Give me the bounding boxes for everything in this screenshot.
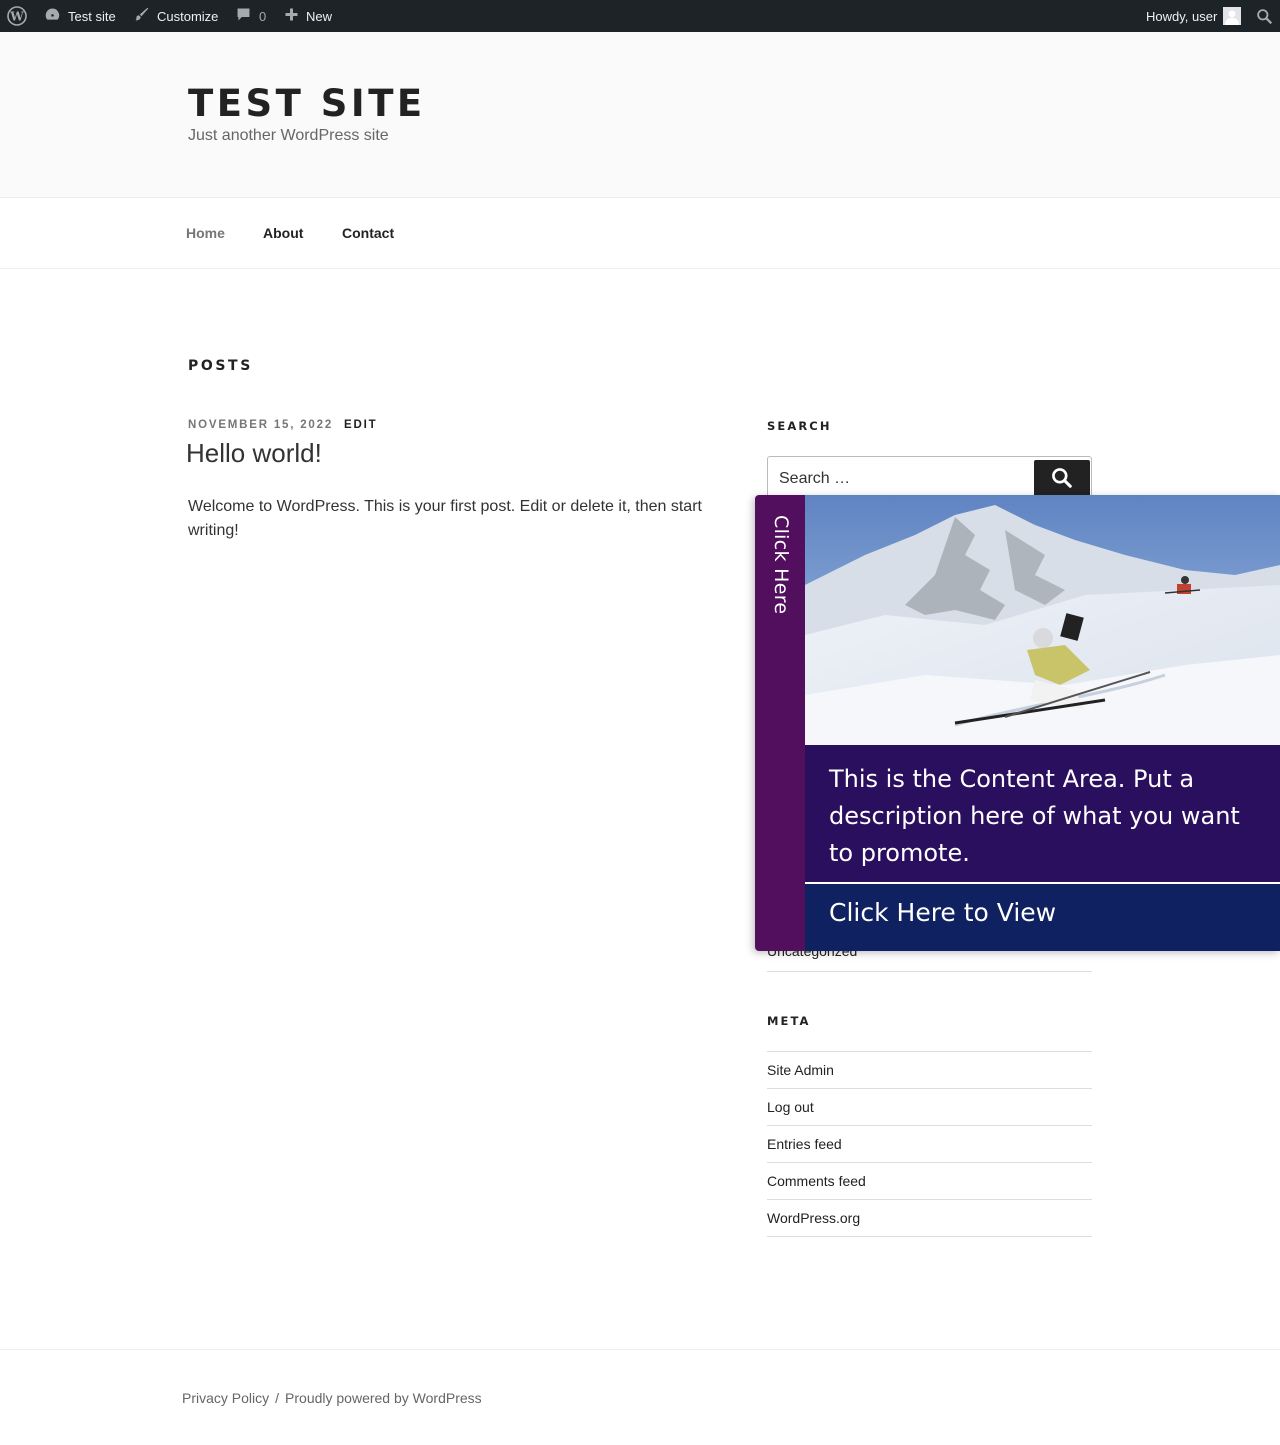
search-widget-title: SEARCH bbox=[767, 419, 832, 433]
powered-by-link[interactable]: Proudly powered by WordPress bbox=[285, 1390, 482, 1406]
meta-link-site-admin[interactable]: Site Admin bbox=[767, 1052, 1092, 1089]
admin-bar-comments[interactable]: 0 bbox=[235, 0, 266, 32]
admin-bar-search-icon[interactable] bbox=[1256, 0, 1273, 32]
comment-bubble-icon bbox=[235, 6, 252, 26]
meta-link-wordpress-org[interactable]: WordPress.org bbox=[767, 1200, 1092, 1237]
brush-icon bbox=[133, 6, 150, 26]
primary-navigation: Home About Contact bbox=[0, 198, 1280, 269]
search-icon bbox=[1051, 467, 1073, 494]
admin-bar-new-label: New bbox=[306, 8, 333, 24]
promo-tab-label: Click Here bbox=[770, 515, 792, 615]
post-meta: NOVEMBER 15, 2022 EDIT bbox=[188, 419, 377, 431]
site-header: TEST SITE Just another WordPress site bbox=[0, 32, 1280, 198]
meta-link-comments-feed[interactable]: Comments feed bbox=[767, 1163, 1092, 1200]
admin-bar-customize[interactable]: Customize bbox=[133, 0, 218, 32]
footer-separator: / bbox=[275, 1390, 280, 1406]
wordpress-logo-icon[interactable]: W bbox=[7, 0, 27, 32]
meta-links-list: Site Admin Log out Entries feed Comments… bbox=[767, 1051, 1092, 1237]
admin-bar-site-link[interactable]: Test site bbox=[44, 0, 116, 32]
slide-out-promo: Click Here This is the Content Area. Put… bbox=[755, 495, 1280, 951]
promo-toggle-tab[interactable]: Click Here bbox=[755, 495, 805, 951]
site-tagline: Just another WordPress site bbox=[188, 127, 389, 144]
meta-widget-title: META bbox=[767, 1014, 811, 1028]
post-excerpt: Welcome to WordPress. This is your first… bbox=[188, 498, 702, 539]
promo-ski-image bbox=[805, 495, 1280, 745]
promo-cta-button[interactable]: Click Here to View bbox=[805, 884, 1280, 951]
meta-link-log-out[interactable]: Log out bbox=[767, 1089, 1092, 1126]
post-date[interactable]: NOVEMBER 15, 2022 bbox=[188, 419, 333, 431]
nav-item-contact[interactable]: Contact bbox=[342, 225, 394, 241]
admin-bar-greeting: Howdy, user bbox=[1146, 8, 1218, 24]
promo-content-text: This is the Content Area. Put a descript… bbox=[805, 745, 1280, 884]
admin-bar-comments-count: 0 bbox=[259, 8, 267, 24]
post-edit-link[interactable]: EDIT bbox=[344, 419, 377, 431]
site-title[interactable]: TEST SITE bbox=[188, 82, 426, 125]
svg-text:W: W bbox=[9, 10, 24, 24]
nav-item-about[interactable]: About bbox=[263, 225, 303, 241]
search-button[interactable] bbox=[1034, 460, 1090, 500]
admin-bar-new[interactable]: New bbox=[284, 0, 332, 32]
plus-icon bbox=[284, 7, 299, 25]
post-title[interactable]: Hello world! bbox=[186, 438, 322, 469]
privacy-policy-link[interactable]: Privacy Policy bbox=[182, 1390, 269, 1406]
admin-bar-customize-label: Customize bbox=[157, 8, 219, 24]
nav-item-home[interactable]: Home bbox=[186, 225, 225, 241]
category-divider bbox=[767, 971, 1092, 972]
admin-bar: W Test site Customize 0 New Howdy, user bbox=[0, 0, 1280, 32]
admin-bar-account[interactable]: Howdy, user bbox=[1146, 0, 1242, 32]
avatar bbox=[1223, 7, 1242, 25]
admin-bar-site-label: Test site bbox=[68, 8, 116, 24]
page-heading: POSTS bbox=[188, 358, 253, 374]
site-footer: Privacy Policy / Proudly powered by Word… bbox=[0, 1349, 1280, 1445]
footer-links: Privacy Policy / Proudly powered by Word… bbox=[182, 1390, 482, 1406]
meta-link-entries-feed[interactable]: Entries feed bbox=[767, 1126, 1092, 1163]
dashboard-icon bbox=[44, 6, 61, 26]
